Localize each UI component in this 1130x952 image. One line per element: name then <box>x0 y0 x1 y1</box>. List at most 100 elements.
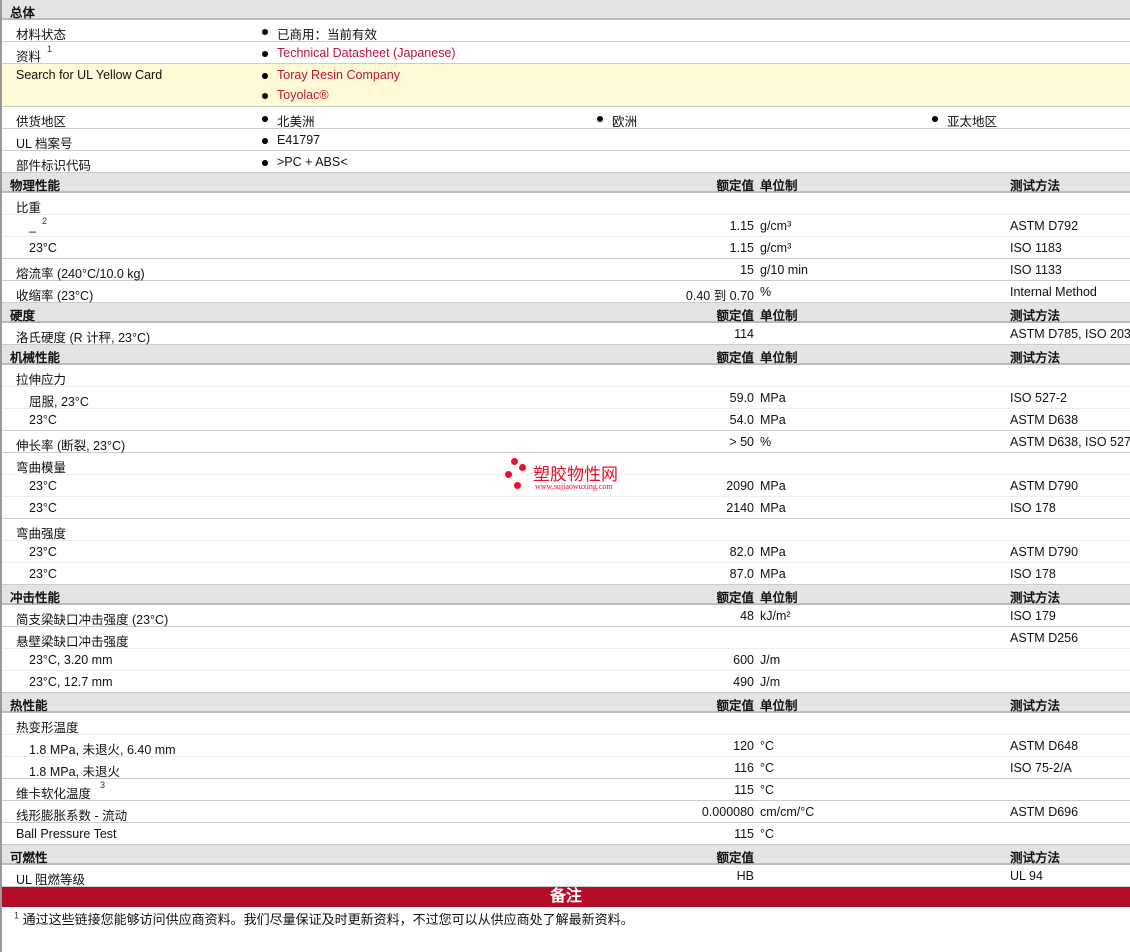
property-row: 1.8 MPa, 未退火, 6.40 mm 120 °C ASTM D648 <box>2 735 1130 757</box>
list-value: E41797 <box>261 133 321 147</box>
section-title: 物理性能 <box>10 179 61 193</box>
property-unit: cm/cm/°C <box>760 805 815 819</box>
header-unit: 单位制 <box>760 179 798 193</box>
test-method: ISO 75-2/A <box>1010 761 1072 775</box>
property-row: _ 2 1.15 g/cm³ ASTM D792 <box>2 215 1130 237</box>
property-row: 23°C, 12.7 mm 490 J/m <box>2 671 1130 693</box>
property-label: 弯曲模量 <box>16 461 67 475</box>
link[interactable]: Toyolac® <box>277 88 329 102</box>
test-method: ASTM D785, ISO 2039-2 <box>1010 327 1130 341</box>
property-label: 23°C <box>29 545 57 559</box>
general-row: 部件标识代码 >PC + ABS< <box>2 151 1130 173</box>
link[interactable]: Technical Datasheet (Japanese) <box>277 46 456 60</box>
property-unit: MPa <box>760 479 786 493</box>
property-row: 23°C, 3.20 mm 600 J/m <box>2 649 1130 671</box>
section-header: 可燃性 额定值 测试方法 <box>2 845 1130 865</box>
property-label: _ <box>29 219 36 233</box>
property-label: UL 阻燃等级 <box>16 873 85 887</box>
property-row: 线形膨胀系数 - 流动 0.000080 cm/cm/°C ASTM D696 <box>2 801 1130 823</box>
section-title: 热性能 <box>10 699 48 713</box>
property-label: 23°C <box>29 479 57 493</box>
property-unit: g/cm³ <box>760 241 792 255</box>
property-row: 屈服, 23°C 59.0 MPa ISO 527-2 <box>2 387 1130 409</box>
section-header: 物理性能 额定值 单位制 测试方法 <box>2 173 1130 193</box>
property-row: 23°C 2140 MPa ISO 178 <box>2 497 1130 519</box>
test-method: ISO 527-2 <box>1010 391 1067 405</box>
section-title: 冲击性能 <box>10 591 61 605</box>
test-method: ASTM D696 <box>1010 805 1079 819</box>
property-row: 简支梁缺口冲击强度 (23°C) 48 kJ/m² ISO 179 <box>2 605 1130 627</box>
property-row: 23°C 87.0 MPa ISO 178 <box>2 563 1130 585</box>
property-value: 120 <box>733 739 754 753</box>
property-value: 54.0 <box>729 413 754 427</box>
property-label: 屈服, 23°C <box>29 395 89 409</box>
property-label: 23°C <box>29 413 57 427</box>
header-method: 测试方法 <box>1010 591 1061 605</box>
test-method: ASTM D648 <box>1010 739 1079 753</box>
general-row: UL 档案号 E41797 <box>2 129 1130 151</box>
list-value: 北美洲 <box>262 111 315 130</box>
property-unit: °C <box>760 827 775 841</box>
property-value: 115 <box>734 783 754 797</box>
header-unit: 单位制 <box>760 309 798 323</box>
header-method: 测试方法 <box>1010 179 1061 193</box>
footnote-ref[interactable]: 2 <box>42 216 47 226</box>
property-unit: MPa <box>760 567 786 581</box>
footnote-ref[interactable]: 3 <box>100 780 105 790</box>
property-label: 23°C, 3.20 mm <box>29 653 113 667</box>
link-item: Toyolac® <box>262 88 329 102</box>
property-unit: °C <box>760 783 775 797</box>
header-value: 额定值 <box>716 309 754 323</box>
property-value: 1.15 <box>729 241 754 255</box>
row-label: 部件标识代码 <box>16 159 92 173</box>
footnote: 1 通过这些链接您能够访问供应商资料。我们尽量保证及时更新资料，不过您可以从供应… <box>14 910 634 927</box>
property-label: 23°C <box>29 501 57 515</box>
property-value: 490 <box>733 675 754 689</box>
property-value: HB <box>736 869 754 883</box>
section-header: 硬度 额定值 单位制 测试方法 <box>2 303 1130 323</box>
property-row: 1.8 MPa, 未退火 116 °C ISO 75-2/A <box>2 757 1130 779</box>
section-title: 机械性能 <box>10 351 61 365</box>
section-title: 硬度 <box>10 309 36 323</box>
test-method: ISO 1183 <box>1010 241 1062 255</box>
property-row: 悬壁梁缺口冲击强度 ASTM D256 <box>2 627 1130 649</box>
property-unit: MPa <box>760 545 786 559</box>
general-row: 供货地区 北美洲 欧洲 亚太地区 <box>2 107 1130 129</box>
watermark-url: www.sujiaowuxing.com <box>535 482 613 491</box>
header-value: 额定值 <box>716 699 754 713</box>
property-row: 23°C 82.0 MPa ASTM D790 <box>2 541 1130 563</box>
property-value: 115 <box>734 827 754 841</box>
section-header-general: 总体 <box>2 0 1130 20</box>
property-value: > 50 <box>729 435 754 449</box>
test-method: ASTM D638 <box>1010 413 1079 427</box>
property-value: 2140 <box>726 501 754 515</box>
notes-header: 备注 <box>2 887 1130 907</box>
property-unit: MPa <box>760 501 786 515</box>
header-unit: 单位制 <box>760 699 798 713</box>
footnote-ref[interactable]: 1 <box>47 44 52 54</box>
property-unit: g/10 min <box>760 263 808 277</box>
property-value: 59.0 <box>729 391 754 405</box>
property-label: 23°C, 12.7 mm <box>29 675 113 689</box>
test-method: UL 94 <box>1010 869 1043 883</box>
property-unit: °C <box>760 761 775 775</box>
header-method: 测试方法 <box>1010 851 1061 865</box>
property-row: 比重 <box>2 193 1130 215</box>
property-label: 收缩率 (23°C) <box>16 289 94 303</box>
property-row: 维卡软化温度 3 115 °C <box>2 779 1130 801</box>
section-header: 机械性能 额定值 单位制 测试方法 <box>2 345 1130 365</box>
property-row: 收缩率 (23°C) 0.40 到 0.70% Internal Method <box>2 281 1130 303</box>
row-label: 资料 <box>16 50 42 64</box>
list-value: >PC + ABS< <box>262 155 348 169</box>
header-value: 额定值 <box>716 851 754 865</box>
property-value: 15 <box>740 263 754 277</box>
property-value: 48 <box>740 609 754 623</box>
general-row: 材料状态 已商用：当前有效 <box>2 20 1130 42</box>
test-method: ISO 1133 <box>1010 263 1062 277</box>
test-method: ISO 178 <box>1010 501 1056 515</box>
test-method: ASTM D790 <box>1010 545 1079 559</box>
link[interactable]: Toray Resin Company <box>277 68 400 82</box>
property-value: 114 <box>734 327 754 341</box>
header-value: 额定值 <box>716 179 754 193</box>
header-value: 额定值 <box>716 351 754 365</box>
